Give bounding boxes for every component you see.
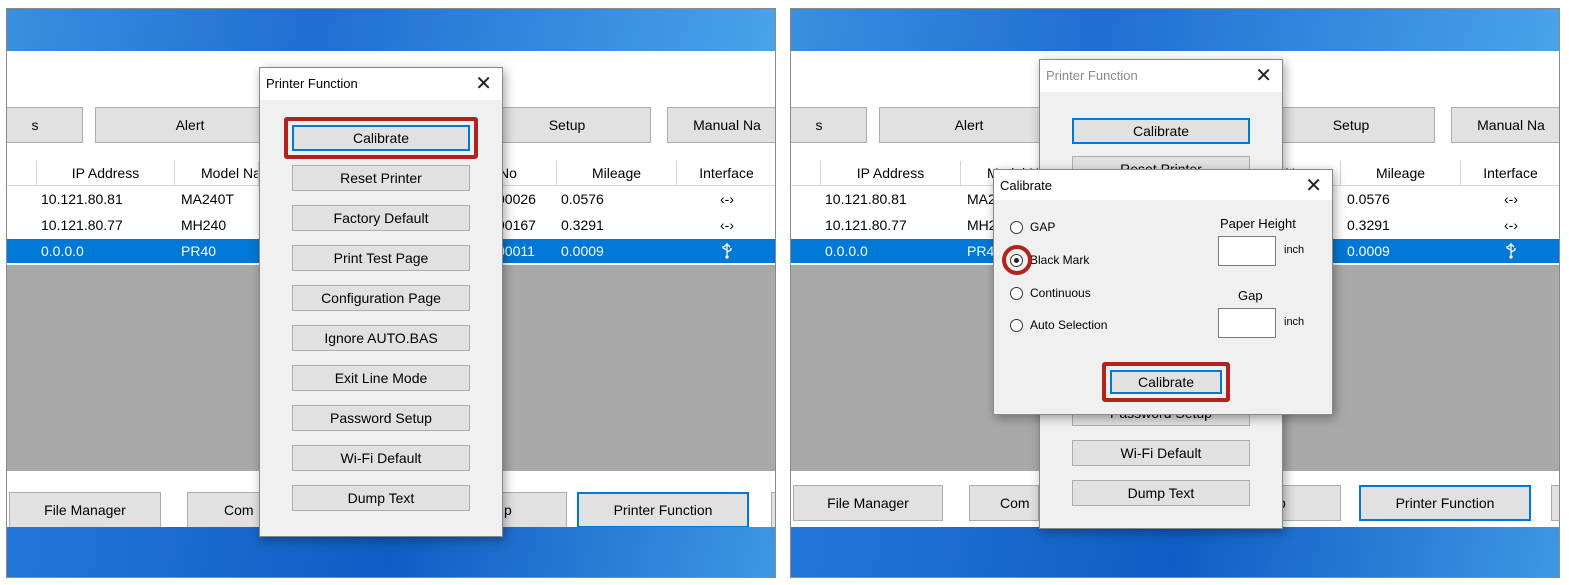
setup-button[interactable]: Setup (1267, 107, 1435, 143)
cell-ip: 10.121.80.77 (41, 217, 123, 233)
radio-gap[interactable]: GAP (1010, 220, 1055, 234)
dump-text-button[interactable]: Dump Text (1072, 480, 1250, 506)
cell-ip: 10.121.80.81 (825, 191, 907, 207)
column-header-mileage[interactable]: Mileage (557, 161, 677, 185)
manual-button[interactable]: Manual Na (1451, 107, 1559, 143)
unit-label: inch (1284, 244, 1305, 256)
highlight-box (284, 117, 478, 159)
radio-label: Continuous (1030, 286, 1091, 300)
interface-network-icon: ‹-› (1504, 217, 1518, 233)
cell-model: MH240 (181, 217, 227, 233)
paper-height-label: Paper Height (1220, 216, 1296, 231)
close-icon[interactable]: ✕ (1255, 63, 1272, 88)
column-header-ip[interactable]: IP Address (821, 161, 961, 185)
radio-label: GAP (1030, 220, 1056, 234)
alert-button[interactable]: Alert (879, 107, 1059, 143)
gap-input[interactable] (1218, 308, 1276, 338)
radio-label: Black Mark (1030, 253, 1090, 267)
column-header-blank (7, 161, 37, 185)
column-header-mileage[interactable]: Mileage (1341, 161, 1461, 185)
dialog-title: Printer Function (266, 76, 358, 91)
dialog-title: Printer Function (1046, 68, 1138, 83)
cell-mileage: 0.0576 (1347, 191, 1390, 207)
right-screenshot-panel: s Alert Setup Manual Na IP Address Model… (790, 8, 1560, 578)
cell-model: PR40 (181, 243, 217, 259)
column-header-interface[interactable]: Interface (1461, 161, 1559, 185)
cell-ip: 0.0.0.0 (41, 243, 84, 259)
radio-label: Auto Selection (1030, 318, 1108, 332)
calibrate-button[interactable]: Calibrate (1072, 118, 1250, 144)
configuration-page-button[interactable]: Configuration Page (292, 285, 470, 311)
close-icon[interactable]: ✕ (1305, 173, 1322, 198)
usb-icon (677, 239, 775, 263)
radio-continuous[interactable]: Continuous (1010, 286, 1091, 300)
column-header-blank (791, 161, 821, 185)
manual-button[interactable]: Manual Na (667, 107, 775, 143)
column-header-interface[interactable]: Interface (677, 161, 775, 185)
alert-button[interactable]: Alert (95, 107, 285, 143)
toolbar-button-partial-right[interactable] (1551, 485, 1559, 521)
toolbar-button-partial-right[interactable] (771, 492, 775, 528)
radio-button[interactable] (1010, 286, 1023, 300)
left-screenshot-panel: s Alert Setup Manual Na IP Address Model… (6, 8, 776, 578)
exit-line-mode-button[interactable]: Exit Line Mode (292, 365, 470, 391)
dialog-title: Calibrate (1000, 178, 1053, 193)
partial-button[interactable]: p (497, 492, 567, 528)
com-button[interactable]: Com (969, 485, 1039, 521)
radio-button[interactable] (1010, 220, 1023, 234)
printer-function-button[interactable]: Printer Function (577, 492, 749, 528)
interface-network-icon: ‹-› (720, 191, 734, 207)
gap-label: Gap (1238, 288, 1263, 303)
file-manager-button[interactable]: File Manager (9, 492, 161, 528)
dialog-title-bar: Calibrate ✕ (994, 170, 1332, 200)
close-icon[interactable]: ✕ (475, 71, 492, 96)
unit-label: inch (1284, 316, 1305, 328)
print-test-page-button[interactable]: Print Test Page (292, 245, 470, 271)
ignore-auto-bas-button[interactable]: Ignore AUTO.BAS (292, 325, 470, 351)
dialog-title-bar: Printer Function ✕ (260, 68, 502, 100)
toolbar-button-partial[interactable]: s (791, 107, 867, 143)
highlight-box (1102, 362, 1230, 402)
cell-mileage: 0.3291 (561, 217, 604, 233)
cell-model: MA240T (181, 191, 234, 207)
printer-function-dialog: Printer Function ✕ Calibrate Reset Print… (259, 67, 503, 537)
dump-text-button[interactable]: Dump Text (292, 485, 470, 511)
cell-ip: 10.121.80.81 (41, 191, 123, 207)
printer-function-button[interactable]: Printer Function (1359, 485, 1531, 521)
column-header-no[interactable]: No (495, 161, 557, 185)
desktop-background-top (7, 9, 775, 51)
cell-ip: 0.0.0.0 (825, 243, 868, 259)
toolbar-button-partial[interactable]: s (7, 107, 83, 143)
dialog-title-bar: Printer Function ✕ (1040, 60, 1282, 92)
interface-network-icon: ‹-› (1504, 191, 1518, 207)
cell-ip: 10.121.80.77 (825, 217, 907, 233)
cell-mileage: 0.0009 (1347, 243, 1390, 259)
factory-default-button[interactable]: Factory Default (292, 205, 470, 231)
column-header-model[interactable]: Model Na (175, 161, 259, 185)
cell-mileage: 0.0009 (561, 243, 604, 259)
usb-icon (1461, 239, 1559, 263)
com-button[interactable]: Com (187, 492, 267, 528)
setup-button[interactable]: Setup (483, 107, 651, 143)
desktop-background-bottom (791, 527, 1559, 577)
reset-printer-button[interactable]: Reset Printer (292, 165, 470, 191)
paper-height-input[interactable] (1218, 236, 1276, 266)
calibrate-dialog: Calibrate ✕ GAP Black Mark Continuous Au… (993, 169, 1333, 415)
password-setup-button[interactable]: Password Setup (292, 405, 470, 431)
radio-button[interactable] (1010, 318, 1023, 332)
cell-mileage: 0.3291 (1347, 217, 1390, 233)
highlight-circle (1002, 245, 1032, 275)
column-header-ip[interactable]: IP Address (37, 161, 175, 185)
desktop-background-top (791, 9, 1559, 51)
file-manager-button[interactable]: File Manager (793, 485, 943, 521)
cell-mileage: 0.0576 (561, 191, 604, 207)
wifi-default-button[interactable]: Wi-Fi Default (1072, 440, 1250, 466)
interface-network-icon: ‹-› (720, 217, 734, 233)
radio-auto-selection[interactable]: Auto Selection (1010, 318, 1107, 332)
wifi-default-button[interactable]: Wi-Fi Default (292, 445, 470, 471)
